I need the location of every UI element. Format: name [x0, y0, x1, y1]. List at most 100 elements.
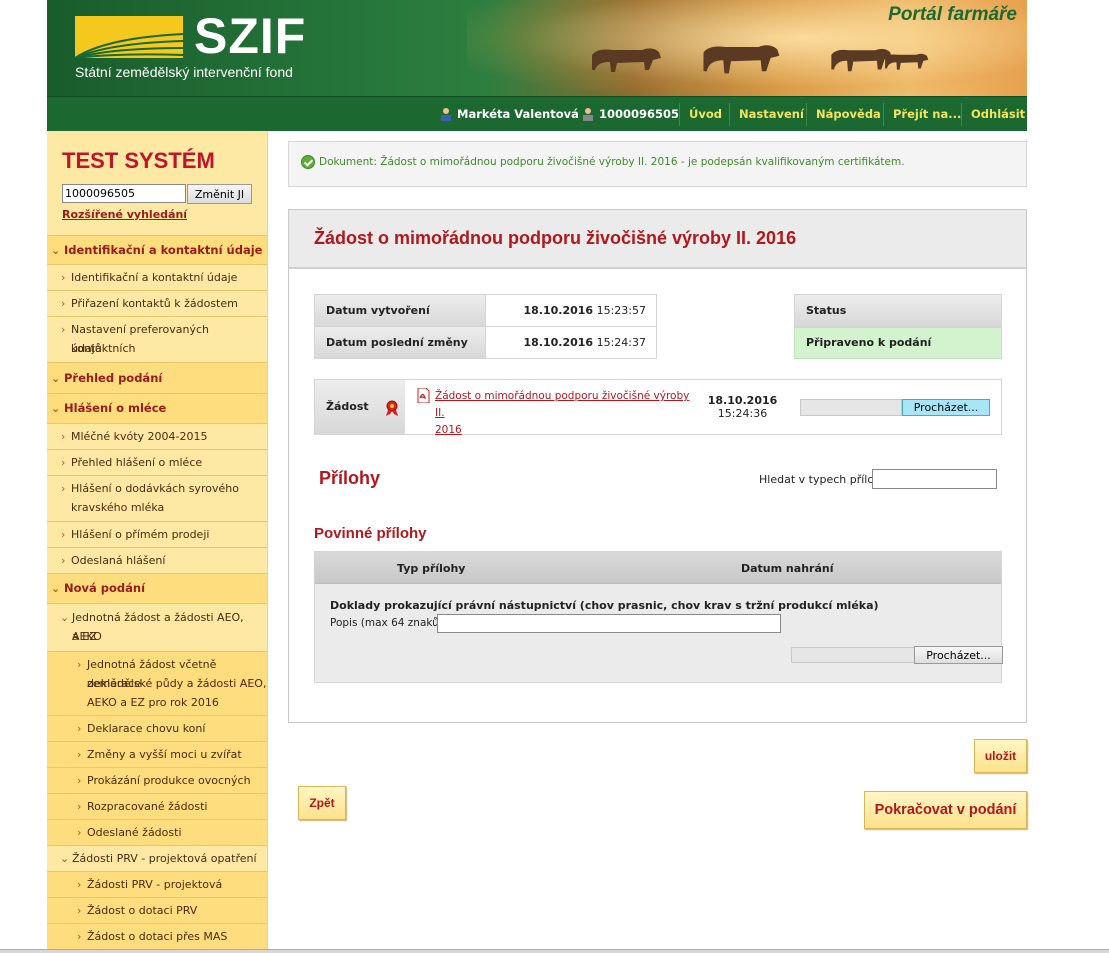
chevron-right-icon: ›	[77, 904, 82, 917]
col-upload-date: Datum nahrání	[741, 562, 834, 575]
menu-section-nova-podani[interactable]: ⌄ Nová podání	[47, 573, 267, 603]
menu-item-deklarace-koni[interactable]: › Deklarace chovu koní	[47, 715, 267, 741]
nav-divider	[679, 103, 680, 126]
chevron-down-icon: ⌄	[60, 852, 70, 865]
top-navbar: Markéta Valentová 1000096505 Úvod Nastav…	[47, 96, 1027, 131]
nav-nastaveni[interactable]: Nastavení	[739, 97, 804, 132]
nav-napoveda[interactable]: Nápověda	[816, 97, 881, 132]
changed-time: 15:24:37	[596, 336, 646, 349]
menu-label: Hlášení o dodávkách syrového	[71, 482, 239, 495]
status-box: Status Připraveno k podání	[794, 294, 1002, 359]
search-types-label: Hledat v typech příloh:	[759, 473, 885, 486]
application-panel: Žádost o mimořádnou podporu živočišné vý…	[288, 209, 1027, 723]
nav-divider	[883, 103, 884, 126]
chevron-right-icon: ›	[61, 297, 66, 310]
created-date-label: Datum vytvoření	[314, 294, 486, 327]
nav-divider	[806, 103, 807, 126]
chevron-right-icon: ›	[77, 774, 82, 787]
user-name-text: Markéta Valentová	[457, 107, 579, 121]
window-bottom-edge	[0, 949, 1109, 953]
nav-prejit-na[interactable]: Přejít na...	[893, 97, 961, 132]
menu-label: Žádost o dotaci PRV	[87, 904, 198, 917]
menu-label: a EZ	[72, 630, 97, 643]
chevron-right-icon: ›	[77, 722, 82, 735]
menu-label: Žádosti PRV - projektová opatření	[72, 852, 257, 865]
menu-item-hlaseni-dodavky[interactable]: › Hlášení o dodávkách syrového kravského…	[47, 475, 267, 521]
menu-item-prokazani-produkce[interactable]: › Prokázání produkce ovocných druhů	[47, 767, 267, 806]
menu-item-rozpracovane-zadosti[interactable]: › Rozpracované žádosti	[47, 793, 267, 819]
szif-logo-icon	[75, 16, 183, 58]
pdf-icon	[417, 388, 430, 403]
menu-label: údajů	[71, 342, 102, 355]
menu-item-dotace-prv[interactable]: › Žádost o dotaci PRV	[47, 897, 267, 923]
menu-item-zadosti-prv[interactable]: › Žádosti PRV - projektová opatření	[47, 871, 267, 910]
chevron-right-icon: ›	[77, 800, 82, 813]
user-id: 1000096505	[581, 97, 679, 132]
check-circle-icon	[301, 155, 315, 169]
chevron-down-icon: ⌄	[51, 402, 61, 415]
changed-date-value: 18.10.2016 15:24:37	[485, 326, 657, 359]
col-attachment-type: Typ přílohy	[397, 562, 466, 575]
search-types-input[interactable]	[872, 469, 997, 489]
menu-item-primy-prodej[interactable]: › Hlášení o přímém prodeji	[47, 521, 267, 547]
nav-uvod[interactable]: Úvod	[689, 97, 722, 132]
menu-item-prehled-hlaseni[interactable]: › Přehled hlášení o mléce	[47, 449, 267, 475]
advanced-search-link[interactable]: Rozšířené vyhledání	[62, 208, 187, 221]
success-message-text: Dokument: Žádost o mimořádnou podporu ži…	[319, 156, 905, 168]
chevron-right-icon: ›	[77, 826, 82, 839]
menu-item-identifikace[interactable]: › Identifikační a kontaktní údaje	[47, 264, 267, 290]
nav-divider	[961, 103, 962, 126]
nav-odhlasit[interactable]: Odhlásit	[971, 97, 1025, 132]
menu-item-zmeny-vyssi-moci[interactable]: › Změny a vyšší moci u zvířat	[47, 741, 267, 767]
application-pdf-link-line1[interactable]: Žádost o mimořádnou podporu živočišné vý…	[435, 390, 689, 419]
nav-divider	[729, 103, 730, 126]
user-id-text: 1000096505	[599, 107, 680, 121]
menu-label: kravského mléka	[71, 501, 165, 514]
chevron-down-icon: ⌄	[60, 611, 70, 624]
application-pdf-link[interactable]: Žádost o mimořádnou podporu živočišné vý…	[435, 388, 695, 439]
menu-item-preferovane-kontakty[interactable]: › Nastavení preferovaných kontaktních úd…	[47, 316, 267, 362]
menu-item-odeslana-hlaseni[interactable]: › Odeslaná hlášení	[47, 547, 267, 573]
menu-item-zadosti-prv-group[interactable]: ⌄ Žádosti PRV - projektová opatření	[47, 845, 267, 871]
required-attachments-heading: Povinné přílohy	[314, 525, 427, 542]
menu-label: Rozpracované žádosti	[87, 800, 208, 813]
application-time-value: 15:24:36	[717, 407, 768, 420]
chevron-right-icon: ›	[77, 748, 82, 761]
menu-item-jednotna-zadost-2016[interactable]: › Jednotná žádost včetně deklarace zeměd…	[47, 651, 267, 715]
menu-item-odeslane-zadosti[interactable]: › Odeslané žádosti	[47, 819, 267, 845]
menu-label: Přiřazení kontaktů k žádostem	[71, 297, 238, 310]
certificate-ribbon-icon	[386, 400, 398, 416]
menu-item-mlecne-kvoty[interactable]: › Mléčné kvóty 2004-2015	[47, 423, 267, 449]
header-banner: SZIF Státní zemědělský intervenční fond …	[47, 0, 1027, 96]
created-date: 18.10.2016	[523, 304, 594, 317]
menu-label: Identifikační a kontaktní údaje	[71, 271, 238, 284]
change-ji-button[interactable]: Změnit JI	[187, 184, 252, 204]
application-document-row: Žádost Žádost o mimořádnou podporu živoč…	[314, 379, 1002, 436]
menu-item-jednotna-zadost-group[interactable]: ⌄ Jednotná žádost a žádosti AEO, AEKO a …	[47, 603, 267, 651]
menu-label: Hlášení o mléce	[64, 401, 167, 415]
attachment-browse-button[interactable]: Procházet...	[914, 646, 1003, 664]
sidebar-header: TEST SYSTÉM Změnit JI Rozšířené vyhledán…	[47, 131, 267, 235]
menu-item-prirazeni-kontaktu[interactable]: › Přiřazení kontaktů k žádostem	[47, 290, 267, 316]
back-button[interactable]: Zpět	[298, 786, 346, 820]
menu-section-identifikace[interactable]: ⌄ Identifikační a kontaktní údaje	[47, 235, 267, 264]
cow-silhouette-icon	[703, 45, 780, 74]
menu-section-hlaseni-o-mlece[interactable]: ⌄ Hlášení o mléce	[47, 393, 267, 423]
application-pdf-link-line2[interactable]: 2016	[435, 424, 462, 436]
created-time: 15:23:57	[596, 304, 646, 317]
menu-label: Deklarace chovu koní	[87, 722, 206, 735]
menu-label: Nová podání	[64, 581, 146, 595]
created-date-value: 18.10.2016 15:23:57	[485, 294, 657, 327]
menu-label: Odeslaná hlášení	[71, 554, 166, 567]
continue-submission-button[interactable]: Pokračovat v podání	[864, 791, 1027, 829]
description-input[interactable]	[437, 614, 781, 633]
menu-label: zemědělské půdy a žádosti AEO,	[87, 677, 267, 690]
save-button[interactable]: uložit	[974, 739, 1027, 773]
menu-label: Žádost o dotaci přes MAS	[87, 930, 228, 943]
menu-section-prehled-podani[interactable]: ⌄ Přehled podání	[47, 362, 267, 393]
attachment-description: Doklady prokazující právní nástupnictví …	[330, 599, 879, 612]
panel-header: Žádost o mimořádnou podporu živočišné vý…	[289, 210, 1026, 269]
menu-label: Odeslané žádosti	[87, 826, 182, 839]
ji-search-input[interactable]	[62, 184, 186, 203]
browse-button[interactable]: Procházet...	[902, 399, 990, 416]
